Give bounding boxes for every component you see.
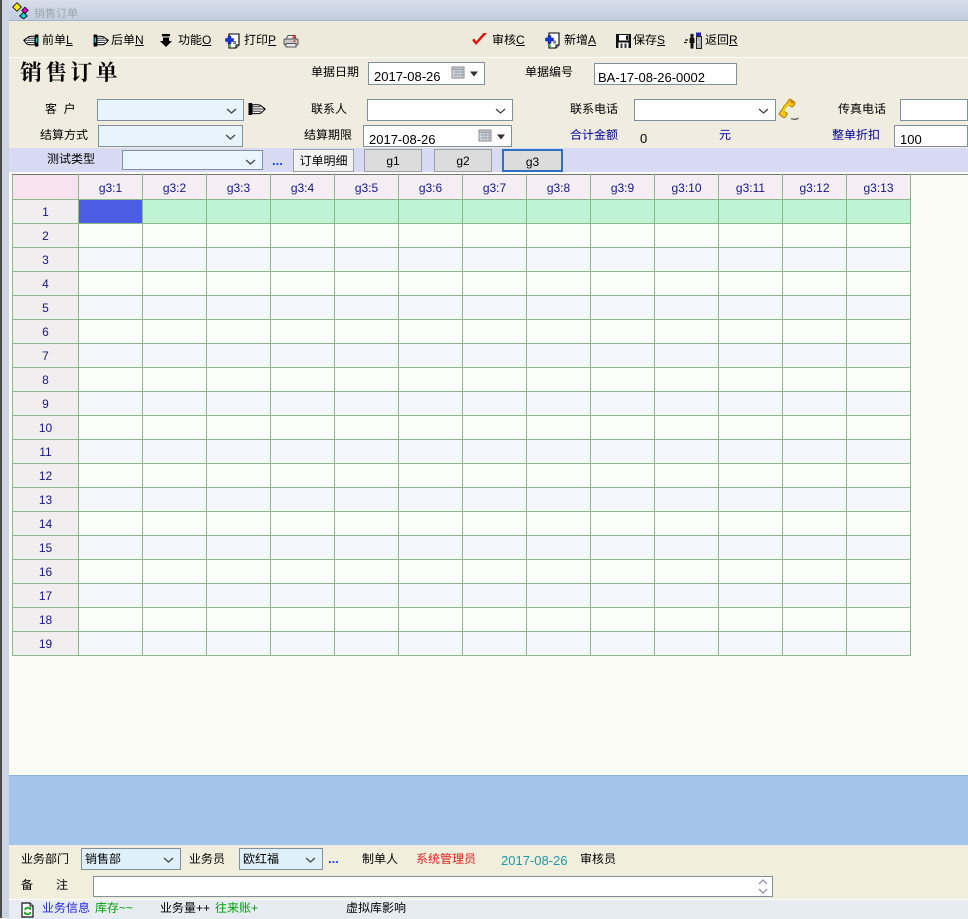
svg-text:x: x bbox=[292, 34, 296, 41]
